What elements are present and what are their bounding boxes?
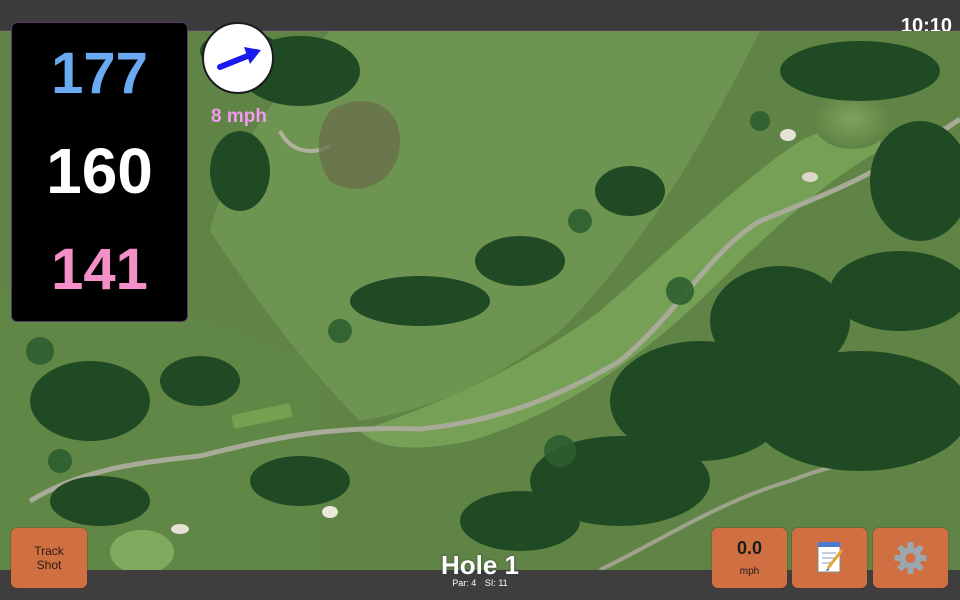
yardage-panel: 177 160 141	[11, 22, 188, 322]
middle-yardage: 160	[46, 135, 153, 207]
hole-info: Par: 4 SI: 11	[380, 578, 580, 588]
notes-button[interactable]	[792, 528, 867, 588]
speed-unit: mph	[739, 566, 760, 577]
arrow-up-right-icon	[217, 47, 261, 70]
track-shot-button[interactable]: Track Shot	[11, 528, 87, 588]
hole-par: Par: 4	[452, 578, 477, 588]
speed-button[interactable]: 0.0 mph	[712, 528, 787, 588]
hole-stroke-index: SI: 11	[484, 578, 508, 588]
back-yardage: 177	[51, 41, 148, 106]
track-shot-label: Track Shot	[34, 543, 64, 572]
hole-title: Hole 1	[440, 550, 520, 580]
front-yardage: 141	[51, 237, 148, 302]
notepad-icon	[817, 542, 844, 573]
wind-speed: 8 mph	[211, 106, 267, 127]
speed-value: 0.0	[736, 538, 763, 558]
gear-icon	[894, 542, 927, 574]
settings-button[interactable]	[873, 528, 948, 588]
wind-indicator	[202, 22, 274, 94]
